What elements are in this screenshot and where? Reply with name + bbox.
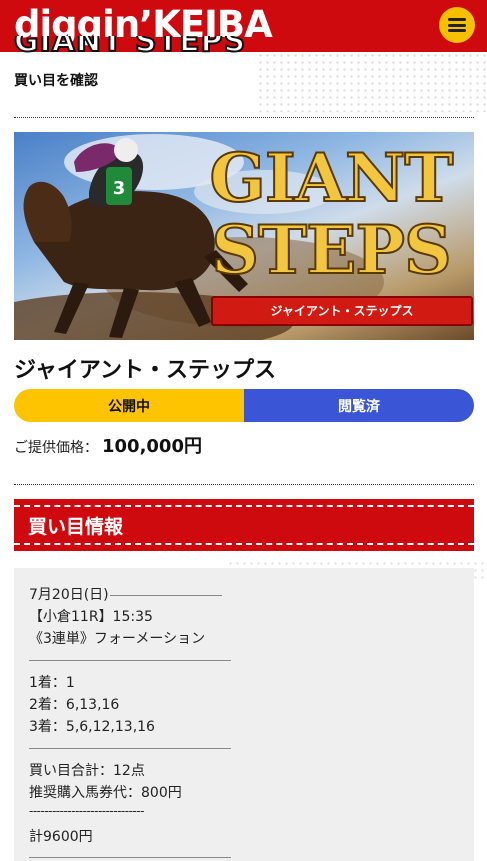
status-bar: 公開中 閲覧済 xyxy=(14,389,474,422)
banner-ribbon: ジャイアント・ステップス xyxy=(211,296,473,326)
jockey-number: 3 xyxy=(113,178,126,199)
dashed-border xyxy=(14,543,474,545)
product-name: ジャイアント・ステップス xyxy=(14,358,277,383)
dot-pattern-decoration xyxy=(257,52,487,112)
hamburger-menu-icon[interactable] xyxy=(439,7,475,43)
section-title: 買い目情報 xyxy=(28,516,124,538)
divider xyxy=(14,117,474,118)
status-viewed-badge: 閲覧済 xyxy=(244,389,474,422)
divider xyxy=(110,595,222,596)
third-place: 3着：5,6,12,13,16 xyxy=(29,719,155,735)
status-open-badge: 公開中 xyxy=(14,389,244,422)
dashed-border xyxy=(14,505,474,507)
separator-text: ------------------------------ xyxy=(29,804,144,818)
price-value: 100,000円 xyxy=(102,436,202,457)
second-place: 2着：6,13,16 xyxy=(29,697,120,713)
bet-info-box: 7月20日(日) 【小倉11R】15:35 《3連単》フォーメーション 1着：1… xyxy=(14,568,474,861)
divider xyxy=(29,857,231,858)
banner-title: GIANT STEPS xyxy=(209,139,455,289)
race-date: 7月20日(日) xyxy=(29,587,109,603)
race-name: 【小倉11R】15:35 xyxy=(29,609,153,625)
page-subtitle: 買い目を確認 xyxy=(14,73,98,89)
product-banner-image: 3 GIANT STEPS ジャイアント・ステップス xyxy=(14,132,474,340)
price-label: ご提供価格： xyxy=(14,440,98,456)
divider xyxy=(29,748,231,749)
divider xyxy=(29,660,231,661)
page-title: GIANT STEPS xyxy=(14,36,247,58)
recommended-amount: 推奨購入馬券代：800円 xyxy=(29,785,182,801)
price-row: ご提供価格： 100,000円 xyxy=(14,432,202,458)
first-place: 1着：1 xyxy=(29,675,75,691)
total-points: 買い目合計：12点 xyxy=(29,763,145,779)
bet-type: 《3連単》フォーメーション xyxy=(29,631,206,647)
section-header: 買い目情報 xyxy=(14,499,474,551)
grand-total: 計9600円 xyxy=(29,829,93,845)
divider xyxy=(14,484,474,485)
